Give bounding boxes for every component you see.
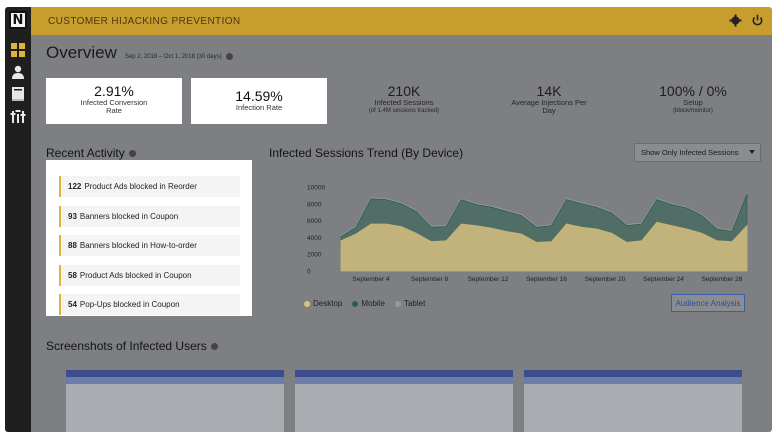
legend-desktop[interactable]: Desktop: [304, 299, 342, 308]
list-item[interactable]: 54 Pop-Ups blocked in Coupon: [59, 294, 240, 315]
info-icon[interactable]: [225, 52, 233, 60]
y-tick-label: 10000: [307, 185, 325, 192]
stat-average-injections: 14K Average Injections Per Day: [481, 78, 617, 124]
trend-title: Infected Sessions Trend (By Device): [269, 146, 464, 160]
stat-infected-conversion-rate: 2.91% Infected Conversion Rate: [46, 78, 182, 124]
list-item[interactable]: 88 Banners blocked in How-to-order: [59, 235, 240, 256]
stat-setup: 100% / 0% Setup (block/monitor): [625, 78, 761, 124]
main-content: Overview Sep 2, 2018 – Oct 1, 2018 (30 d…: [31, 35, 772, 432]
dropdown-label: Show Only Infected Sessions: [641, 148, 739, 157]
legend-label: Desktop: [313, 299, 343, 308]
list-item[interactable]: 122 Product Ads blocked in Reorder: [59, 176, 240, 197]
stat-label: Infected Sessions: [374, 98, 434, 107]
stat-infection-rate: 14.59% Infection Rate: [191, 78, 327, 124]
stat-value: 14K: [536, 83, 562, 99]
trend-chart: 10000 8000 6000 4000 2000 0 September 4 Septemb…: [307, 185, 748, 283]
activity-text: Banners blocked in Coupon: [79, 211, 179, 221]
dashboard-icon[interactable]: [10, 42, 26, 58]
session-filter-dropdown[interactable]: Show Only Infected Sessions: [634, 143, 761, 162]
legend-dot: [394, 300, 401, 307]
stat-infected-sessions: 210K Infected Sessions (of 1.4M sessions…: [336, 78, 472, 124]
stat-sub: (block/monitor): [673, 108, 713, 114]
x-tick-label: September 16: [526, 276, 567, 283]
screenshots-title: Screenshots of Infected Users: [46, 339, 218, 353]
overview-header: Overview Sep 2, 2018 – Oct 1, 2018 (30 d…: [46, 43, 233, 63]
y-tick-label: 6000: [307, 218, 322, 225]
activity-text: Product Ads blocked in Reorder: [84, 182, 197, 191]
settings-sliders-icon[interactable]: [10, 108, 26, 124]
app-logo[interactable]: N: [9, 11, 27, 29]
y-tick-label: 0: [307, 269, 311, 276]
stat-label: Average Injections Per Day: [511, 98, 587, 115]
activity-count: 93: [68, 211, 77, 221]
activity-count: 88: [68, 241, 77, 250]
app-window: N CUSTOMER HIJACKING PREVENTION Overview: [5, 7, 772, 432]
x-tick-label: September 28: [702, 276, 743, 283]
info-icon[interactable]: [210, 343, 218, 351]
activity-count: 58: [68, 270, 77, 280]
recent-activity-title-text: Recent Activity: [46, 146, 125, 160]
legend-mobile[interactable]: Mobile: [352, 299, 385, 308]
user-icon[interactable]: [10, 64, 26, 80]
activity-text: Pop-Ups blocked in Coupon: [79, 300, 180, 309]
stat-value: 100% / 0%: [659, 83, 727, 99]
activity-count: 54: [68, 300, 77, 309]
top-bar: CUSTOMER HIJACKING PREVENTION: [31, 7, 772, 35]
stat-value: 210K: [387, 83, 421, 99]
y-tick-label: 2000: [307, 252, 322, 259]
x-tick-label: September 24: [643, 276, 684, 283]
date-range-text: Sep 2, 2018 – Oct 1, 2018 (30 days): [124, 54, 222, 60]
stat-label: Setup: [683, 98, 703, 107]
activity-text: Product Ads blocked in Coupon: [79, 270, 192, 280]
stat-value: 14.59%: [235, 88, 283, 104]
recent-activity-title: Recent Activity: [46, 146, 136, 160]
screenshot-thumbnail[interactable]: [295, 370, 513, 432]
x-tick-label: September 20: [585, 276, 626, 283]
screenshots-title-text: Screenshots of Infected Users: [46, 339, 207, 353]
list-item[interactable]: 93 Banners blocked in Coupon: [59, 205, 240, 227]
screenshot-thumbnail[interactable]: [66, 370, 284, 432]
gear-icon[interactable]: [729, 14, 742, 27]
activity-count: 122: [68, 182, 82, 191]
list-item[interactable]: 58 Product Ads blocked in Coupon: [59, 264, 240, 286]
recent-activity-list: 122 Product Ads blocked in Reorder 93 Bann…: [46, 160, 252, 316]
stat-label: Infection Rate: [235, 103, 283, 112]
info-icon[interactable]: [128, 150, 136, 158]
audience-analysis-button[interactable]: Audience Analysis: [671, 294, 745, 312]
stat-label: Infected Conversion Rate: [80, 98, 148, 115]
stat-sub: (of 1.4M sessions tracked): [368, 108, 440, 114]
chevron-down-icon: [749, 150, 755, 154]
app-title: CUSTOMER HIJACKING PREVENTION: [48, 15, 241, 27]
book-icon[interactable]: [10, 86, 26, 102]
power-icon[interactable]: [751, 14, 764, 27]
x-tick-label: September 12: [468, 276, 509, 283]
legend-dot: [352, 300, 359, 307]
sidebar: N: [5, 7, 31, 432]
chart-legend: Desktop Mobile Tablet: [304, 299, 425, 308]
screenshot-thumbnail[interactable]: [524, 370, 742, 432]
y-tick-label: 4000: [307, 235, 322, 242]
page-title: Overview: [46, 43, 117, 62]
legend-tablet[interactable]: Tablet: [394, 299, 426, 308]
legend-dot: [304, 300, 310, 307]
x-tick-label: September 8: [411, 276, 449, 283]
date-range: Sep 2, 2018 – Oct 1, 2018 (30 days): [124, 52, 233, 60]
legend-label: Tablet: [403, 299, 426, 308]
legend-label: Mobile: [361, 299, 385, 308]
x-tick-label: September 4: [352, 276, 390, 283]
stat-value: 2.91%: [94, 83, 134, 99]
activity-text: Banners blocked in How-to-order: [79, 241, 197, 250]
y-tick-label: 8000: [307, 201, 322, 208]
